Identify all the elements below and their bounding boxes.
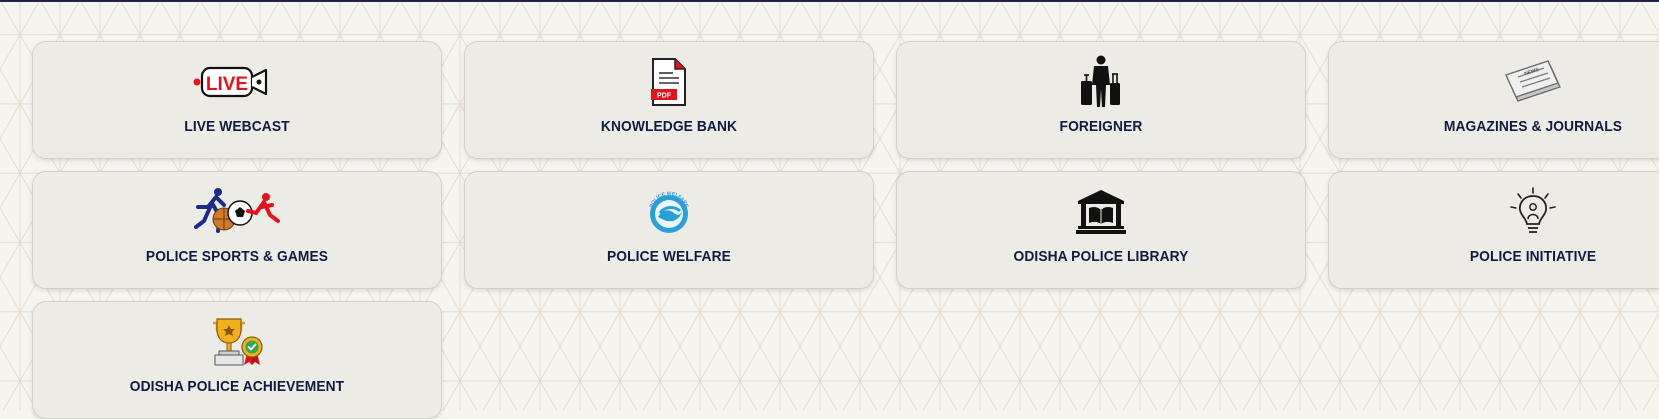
- library-building-icon: [1056, 186, 1146, 238]
- tile-police-sports-games[interactable]: POLICE SPORTS & GAMES: [32, 171, 442, 289]
- tile-foreigner[interactable]: FOREIGNER: [896, 41, 1306, 159]
- police-welfare-logo-icon: POLICE WELFARE: [624, 186, 714, 238]
- trophy-medal-icon: [192, 316, 282, 368]
- tile-odisha-police-library[interactable]: ODISHA POLICE LIBRARY: [896, 171, 1306, 289]
- tile-label: LIVE WEBCAST: [184, 118, 290, 135]
- tile-label: MAGAZINES & JOURNALS: [1443, 118, 1623, 135]
- tile-label: ODISHA POLICE LIBRARY: [1013, 248, 1189, 265]
- tile-police-initiative[interactable]: POLICE INITIATIVE: [1328, 171, 1659, 289]
- header-border: [0, 0, 1659, 2]
- live-icon-text: LIVE: [206, 74, 248, 95]
- tile-magazines-journals[interactable]: NEWS MAGAZINES & JOURNALS: [1328, 41, 1659, 159]
- tile-label: ODISHA POLICE ACHIEVEMENT: [129, 378, 345, 395]
- tile-label: POLICE INITIATIVE: [1469, 248, 1597, 265]
- newspaper-icon: NEWS: [1488, 56, 1578, 108]
- idea-bulb-icon: [1488, 186, 1578, 238]
- tile-police-welfare[interactable]: POLICE WELFARE POLICE WELFARE: [464, 171, 874, 289]
- tile-label: KNOWLEDGE BANK: [600, 118, 738, 135]
- pdf-icon-text: PDF: [657, 93, 672, 100]
- tile-knowledge-bank[interactable]: PDF KNOWLEDGE BANK: [464, 41, 874, 159]
- traveler-luggage-icon: [1056, 55, 1146, 108]
- tile-label: FOREIGNER: [1059, 118, 1143, 135]
- live-camera-icon: LIVE: [192, 56, 282, 108]
- tile-label: POLICE WELFARE: [607, 248, 731, 265]
- tile-live-webcast[interactable]: LIVE LIVE WEBCAST: [32, 41, 442, 159]
- sports-icon: [192, 186, 282, 238]
- pdf-document-icon: PDF: [624, 56, 714, 108]
- tile-label: POLICE SPORTS & GAMES: [145, 248, 329, 265]
- tile-odisha-police-achievement[interactable]: ODISHA POLICE ACHIEVEMENT: [32, 301, 442, 419]
